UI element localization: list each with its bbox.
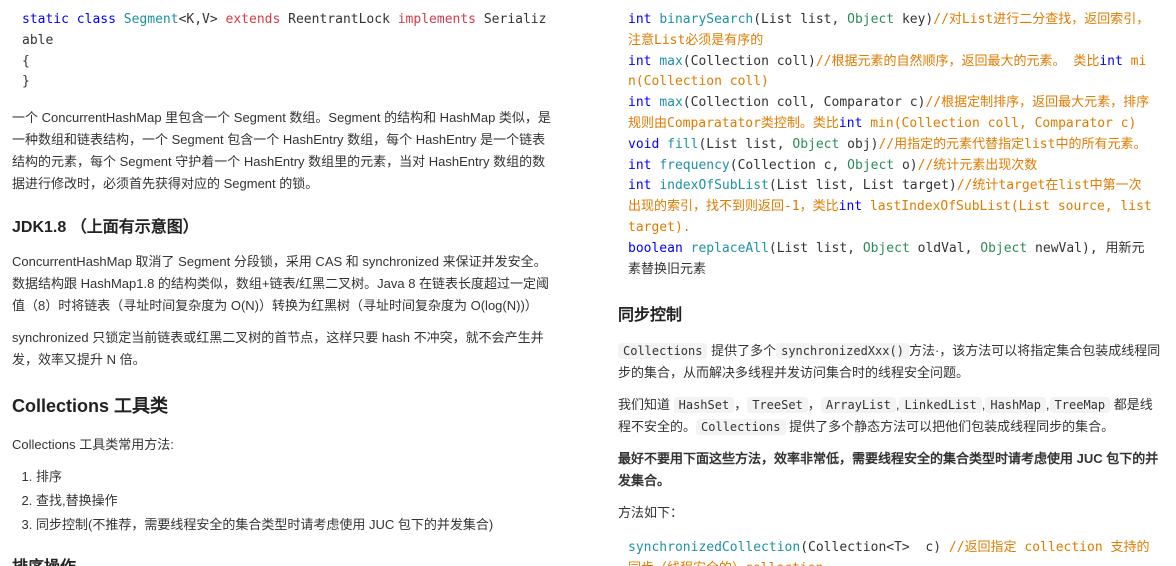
inline-code: LinkedList — [899, 397, 981, 413]
paragraph: 我们知道 HashSet，TreeSet，ArrayList,LinkedLis… — [618, 394, 1164, 438]
paragraph: Collections 工具类常用方法: — [12, 434, 558, 456]
inline-code: HashSet — [674, 397, 735, 413]
right-column: int binarySearch(List list, Object key)/… — [588, 0, 1176, 566]
paragraph-bold: 最好不要用下面这些方法，效率非常低，需要线程安全的集合类型时请考虑使用 JUC … — [618, 448, 1164, 492]
heading-sync: 同步控制 — [618, 302, 1164, 329]
heading-collections: Collections 工具类 — [12, 391, 558, 422]
list-item: 同步控制(不推荐，需要线程安全的集合类型时请考虑使用 JUC 包下的并发集合) — [36, 514, 558, 536]
list-item: 排序 — [36, 466, 558, 488]
inline-code: TreeSet — [747, 397, 808, 413]
inline-code: TreeMap — [1050, 397, 1111, 413]
list-item: 查找,替换操作 — [36, 490, 558, 512]
code-block-sync: synchronizedCollection(Collection<T> c) … — [618, 534, 1164, 566]
paragraph: synchronized 只锁定当前链表或红黑二叉树的首节点，这样只要 hash… — [12, 327, 558, 371]
code-block-segment: static class Segment<K,V> extends Reentr… — [12, 6, 558, 97]
inline-code: HashMap — [985, 397, 1046, 413]
paragraph: ConcurrentHashMap 取消了 Segment 分段锁，采用 CAS… — [12, 251, 558, 317]
code-block-search: int binarySearch(List list, Object key)/… — [618, 6, 1164, 284]
inline-code: Collections — [696, 419, 785, 435]
heading-jdk18: JDK1.8 （上面有示意图） — [12, 214, 558, 241]
heading-sort: 排序操作 — [12, 554, 558, 566]
paragraph: Collections 提供了多个synchronizedXxx()方法·，该方… — [618, 340, 1164, 384]
paragraph: 一个 ConcurrentHashMap 里包含一个 Segment 数组。Se… — [12, 107, 558, 195]
paragraph: 方法如下： — [618, 502, 1164, 524]
methods-list: 排序 查找,替换操作 同步控制(不推荐，需要线程安全的集合类型时请考虑使用 JU… — [36, 466, 558, 536]
inline-code: Collections — [618, 343, 707, 359]
inline-code: synchronizedXxx() — [776, 343, 909, 359]
left-column: static class Segment<K,V> extends Reentr… — [0, 0, 588, 566]
inline-code: ArrayList — [821, 397, 896, 413]
